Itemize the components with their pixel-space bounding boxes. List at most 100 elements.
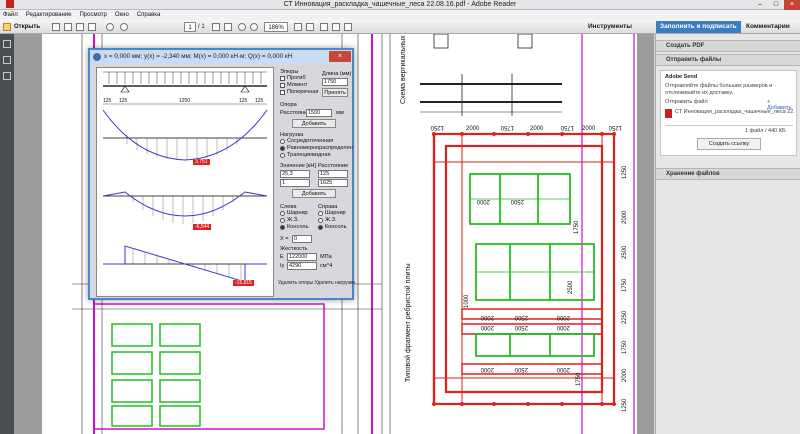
file-storage-section[interactable]: Хранение файлов: [656, 168, 800, 180]
load-concentrated-label: Сосредоточенная: [287, 138, 334, 144]
support-distance-input[interactable]: 1500: [306, 109, 332, 117]
right-tools-panel: Создать PDF Отправить файлы Adobe Send О…: [655, 34, 800, 434]
left-hinge-radio[interactable]: [280, 211, 285, 216]
app-icon: [2, 0, 18, 10]
top-dim-label: 1250: [430, 124, 444, 130]
apply-button[interactable]: Принять: [322, 88, 348, 97]
moment-checkbox[interactable]: [280, 83, 285, 88]
folder-icon[interactable]: [3, 23, 11, 31]
beam-dims: 125 125 1250 125 125: [103, 98, 264, 104]
inner-dim-label: 2000: [480, 314, 494, 320]
layers-icon[interactable]: [3, 72, 11, 80]
zoom-out-icon[interactable]: [238, 23, 246, 31]
calc-app-icon: [93, 53, 101, 61]
create-icon[interactable]: [52, 23, 60, 31]
e-label: E: [280, 254, 284, 260]
print-icon[interactable]: [76, 23, 84, 31]
calc-close-icon[interactable]: ×: [329, 51, 351, 62]
load-value-1[interactable]: 25,3: [280, 170, 310, 178]
inner-dim-label: 2000: [480, 324, 494, 330]
fit-width-icon[interactable]: [306, 23, 314, 31]
distance-column-label: Расстояние: [318, 163, 349, 169]
inner-dim-label: 2500: [514, 324, 528, 330]
add-support-button[interactable]: Добавить: [292, 119, 336, 128]
select-tool-icon[interactable]: [212, 23, 220, 31]
menu-help[interactable]: Справка: [137, 10, 161, 20]
left-console-label: Консоль: [287, 224, 309, 230]
load-value-2[interactable]: 1: [280, 179, 310, 187]
divider: [665, 125, 793, 126]
hand-tool-icon[interactable]: [224, 23, 232, 31]
prev-page-icon[interactable]: [106, 23, 114, 31]
create-link-button[interactable]: Создать ссылку: [697, 138, 761, 150]
shear-checkbox-label: Поперечная: [287, 89, 319, 95]
menu-edit[interactable]: Редактирование: [26, 10, 72, 20]
comment-icon[interactable]: [320, 23, 328, 31]
top-structure: [420, 34, 562, 116]
tools-button[interactable]: Инструменты: [588, 21, 632, 33]
load-distance-2[interactable]: 1625: [318, 179, 348, 187]
fill-sign-button[interactable]: Заполнить и подписать: [656, 21, 741, 33]
right-dim-label: 1250: [622, 398, 628, 412]
left-fixed-radio[interactable]: [280, 218, 285, 223]
e-input[interactable]: 122000: [287, 253, 317, 261]
right-console-radio[interactable]: [318, 225, 323, 230]
next-page-icon[interactable]: [120, 23, 128, 31]
page-number-input[interactable]: 1: [184, 22, 196, 32]
add-load-button[interactable]: Добавить: [292, 189, 336, 198]
minimize-icon[interactable]: –: [752, 0, 768, 10]
sign-icon[interactable]: [344, 23, 352, 31]
menu-window[interactable]: Окно: [115, 10, 129, 20]
highlight-icon[interactable]: [332, 23, 340, 31]
deflection-checkbox[interactable]: [280, 76, 285, 81]
right-dim-label: 2500: [622, 245, 628, 259]
inner-dim-label: 2500: [568, 280, 574, 294]
maximize-icon[interactable]: □: [768, 0, 784, 10]
inner-dim-label: 2500: [514, 366, 528, 372]
right-hinge-radio[interactable]: [318, 211, 323, 216]
save-icon[interactable]: [64, 23, 72, 31]
inner-dim-label: 2000: [476, 198, 490, 204]
x-input[interactable]: 0: [292, 235, 312, 243]
fit-page-icon[interactable]: [294, 23, 302, 31]
load-arrows: [103, 71, 267, 84]
beam-calculator-dialog[interactable]: x = 0,000 мм; y(x) = -2,340 мм; M(x) = 0…: [88, 48, 355, 300]
send-files-section[interactable]: Отправить файлы: [656, 54, 800, 66]
load-distance-1[interactable]: 125: [318, 170, 348, 178]
top-dim-label: 1750: [500, 124, 514, 130]
length-input[interactable]: 1750: [322, 78, 348, 86]
top-dim-label: 2000: [466, 126, 480, 132]
close-icon[interactable]: ×: [784, 0, 800, 10]
inner-dim-label: 1750: [576, 372, 582, 386]
document-view[interactable]: Схема вертикальных Типовой фрагмент ребр…: [14, 34, 654, 434]
zoom-select[interactable]: 186%: [264, 22, 288, 32]
top-dim-label: 1750: [560, 124, 574, 130]
e-unit: МПа: [320, 254, 332, 260]
left-console-radio[interactable]: [280, 225, 285, 230]
calc-controls: Эпюры Прогиб Момент Поперечная Длина (мм…: [278, 66, 355, 298]
iy-input[interactable]: 4290: [287, 262, 317, 270]
left-navigation-pane: [0, 34, 14, 434]
load-concentrated-radio[interactable]: [280, 139, 285, 144]
email-icon[interactable]: [88, 23, 96, 31]
inner-dim-label: 1000: [464, 294, 470, 308]
load-trapezoid-radio[interactable]: [280, 153, 285, 158]
attachments-icon[interactable]: [3, 56, 11, 64]
comments-button[interactable]: Комментарии: [746, 21, 790, 33]
shear-checkbox[interactable]: [280, 90, 285, 95]
load-uniform-radio[interactable]: [280, 146, 285, 151]
pages-icon[interactable]: [3, 40, 11, 48]
delete-links[interactable]: Удалить опоры Удалить нагрузки: [278, 280, 355, 286]
zoom-in-icon[interactable]: [250, 23, 258, 31]
right-fixed-radio[interactable]: [318, 218, 323, 223]
right-dimensions: 1250 2000 2500 1750 2250 1750 2000 1250: [622, 165, 628, 412]
moment-epure: [102, 191, 268, 224]
pdf-file-icon: [665, 109, 672, 118]
fragment-title: Типовой фрагмент ребристой плиты: [404, 263, 412, 382]
beam-dim: 125: [239, 98, 248, 104]
create-pdf-section[interactable]: Создать PDF: [656, 40, 800, 52]
open-button[interactable]: Открыть: [14, 22, 40, 32]
menu-view[interactable]: Просмотр: [79, 10, 106, 20]
menu-file[interactable]: Файл: [3, 10, 18, 20]
epure-canvas[interactable]: 125 125 1250 125 125 3,751 -6,544 -15,81…: [96, 67, 274, 297]
